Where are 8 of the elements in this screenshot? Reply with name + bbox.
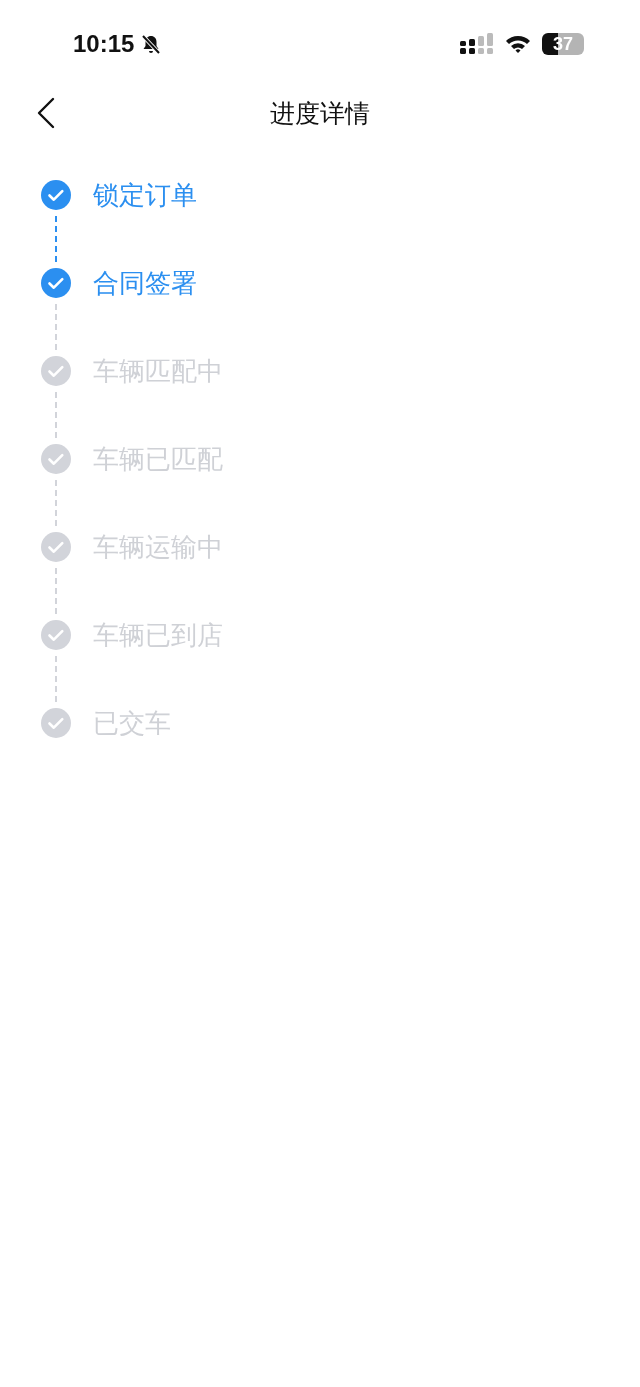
wifi-icon [504, 33, 532, 55]
back-icon[interactable] [36, 97, 56, 129]
page-title: 进度详情 [270, 97, 370, 130]
muted-bell-icon [140, 33, 163, 55]
status-time: 10:15 [73, 30, 135, 58]
step-label: 合同签署 [93, 268, 197, 298]
cellular-signal-icon [460, 33, 494, 55]
step-label: 锁定订单 [93, 180, 197, 210]
